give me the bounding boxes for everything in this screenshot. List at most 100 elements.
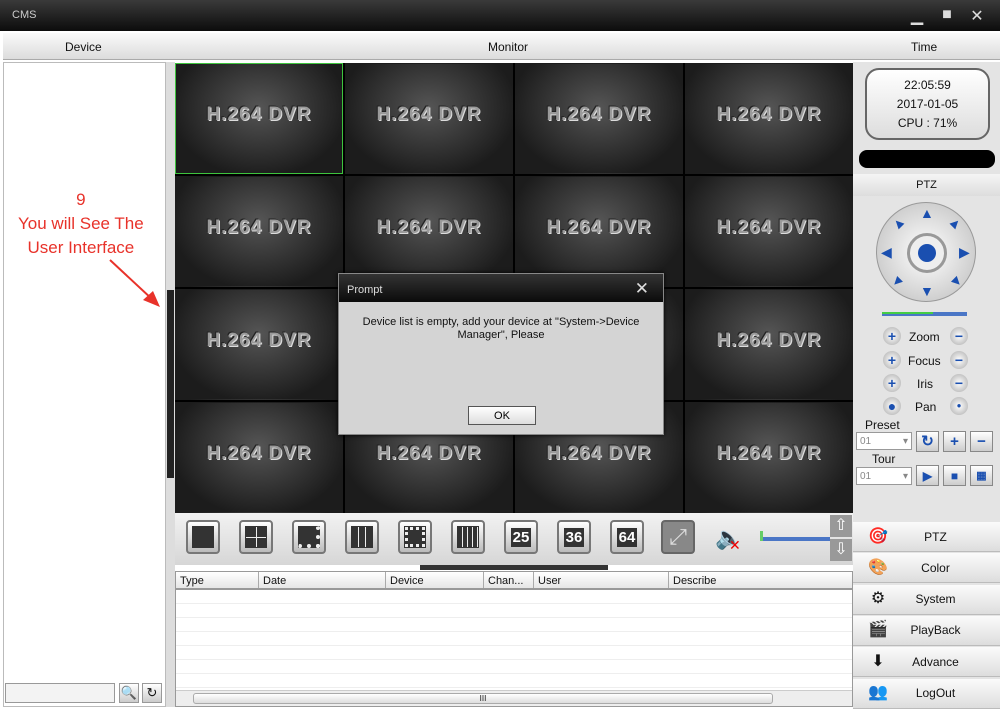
- header-monitor: Monitor: [488, 40, 529, 54]
- layout-9-button[interactable]: [345, 520, 379, 554]
- focus-out-button[interactable]: −: [950, 351, 968, 369]
- video-cell[interactable]: H.264 DVR: [175, 176, 343, 287]
- status-clock: 22:05:59 2017-01-05 CPU : 71%: [865, 68, 990, 140]
- window-title: CMS: [12, 9, 37, 21]
- menu-advance[interactable]: ⬇ Advance: [853, 647, 1000, 678]
- layout-36-button[interactable]: 36: [557, 520, 591, 554]
- layout-6-button[interactable]: [292, 520, 326, 554]
- scroll-down-icon[interactable]: ⇩: [830, 539, 852, 561]
- maximize-button[interactable]: ■: [937, 6, 957, 24]
- video-cell[interactable]: H.264 DVR: [685, 176, 853, 287]
- menu-playback[interactable]: 🎬 PlayBack: [853, 615, 1000, 646]
- ptz-downright-icon[interactable]: ▼: [945, 270, 966, 291]
- video-cell[interactable]: H.264 DVR: [175, 402, 343, 513]
- annotation-line1: You will See The: [18, 214, 144, 233]
- video-cell[interactable]: H.264 DVR: [685, 402, 853, 513]
- tour-select[interactable]: 01 ▾: [856, 467, 912, 485]
- preset-add-button[interactable]: +: [943, 431, 966, 452]
- video-cell[interactable]: H.264 DVR: [175, 63, 343, 174]
- ptz-center-button[interactable]: [907, 233, 947, 273]
- ok-button[interactable]: OK: [468, 406, 536, 425]
- col-date[interactable]: Date: [259, 572, 386, 588]
- logout-icon: 👥: [868, 684, 888, 701]
- video-cell[interactable]: H.264 DVR: [175, 289, 343, 400]
- preset-call-button[interactable]: ↻: [916, 431, 939, 452]
- ptz-down-icon[interactable]: ▼: [920, 283, 934, 299]
- zoom-label: Zoom: [909, 330, 940, 344]
- menu-label: Advance: [912, 654, 959, 669]
- layout-toolbar: 25 36 64 ⤢ 🔈 ✕ ⇧ ⇩: [175, 513, 853, 565]
- col-type[interactable]: Type: [176, 572, 259, 588]
- col-channel[interactable]: Chan...: [484, 572, 534, 588]
- ptz-upleft-icon[interactable]: ▲: [887, 212, 908, 233]
- cpu-usage: CPU : 71%: [897, 116, 958, 130]
- focus-in-button[interactable]: +: [883, 351, 901, 369]
- dialog-close-icon[interactable]: ✕: [635, 279, 649, 299]
- layout-4-button[interactable]: [239, 520, 273, 554]
- layout-25-button[interactable]: 25: [504, 520, 538, 554]
- device-tree[interactable]: [3, 62, 166, 707]
- annotation-arrow-icon: [109, 259, 160, 307]
- ptz-up-icon[interactable]: ▲: [920, 205, 934, 221]
- video-cell[interactable]: H.264 DVR: [515, 176, 683, 287]
- minimize-button[interactable]: ▁: [907, 6, 927, 26]
- preset-remove-button[interactable]: −: [970, 431, 993, 452]
- tour-play-button[interactable]: ▶: [916, 465, 939, 486]
- dialog-message: Device list is empty, add your device at…: [362, 316, 640, 341]
- tour-stop-button[interactable]: ■: [943, 465, 966, 486]
- pan-stop-button[interactable]: ●: [950, 397, 968, 415]
- layout-16-button[interactable]: [451, 520, 485, 554]
- prompt-dialog: Prompt ✕ Device list is empty, add your …: [338, 273, 664, 435]
- menu-ptz[interactable]: 🎯 PTZ: [853, 522, 1000, 552]
- pan-start-button[interactable]: ●: [883, 397, 901, 415]
- ptz-downleft-icon[interactable]: ▼: [887, 270, 908, 291]
- col-user[interactable]: User: [534, 572, 669, 588]
- close-button[interactable]: ✕: [967, 6, 987, 26]
- scroll-thumb[interactable]: III: [193, 693, 773, 704]
- search-icon[interactable]: 🔍: [119, 683, 139, 703]
- zoom-in-button[interactable]: +: [883, 327, 901, 345]
- video-cell[interactable]: H.264 DVR: [345, 176, 513, 287]
- header-device: Device: [65, 40, 102, 54]
- horizontal-scrollbar[interactable]: III: [176, 690, 852, 706]
- col-device[interactable]: Device: [386, 572, 484, 588]
- video-cell[interactable]: H.264 DVR: [345, 63, 513, 174]
- tour-label: Tour: [872, 452, 896, 466]
- header-bar: Device Monitor Time: [3, 33, 1000, 60]
- focus-label: Focus: [908, 354, 941, 368]
- fullscreen-icon[interactable]: ⤢: [661, 520, 695, 554]
- ptz-upright-icon[interactable]: ▲: [945, 212, 966, 233]
- pan-label: Pan: [915, 400, 937, 414]
- tour-grid-button[interactable]: ▦: [970, 465, 993, 486]
- ptz-right-icon[interactable]: ▶: [959, 244, 970, 261]
- video-cell[interactable]: H.264 DVR: [685, 63, 853, 174]
- iris-open-button[interactable]: +: [883, 374, 901, 392]
- volume-slider[interactable]: [760, 531, 830, 541]
- table-body: [176, 590, 852, 688]
- preset-select[interactable]: 01 ▾: [856, 432, 912, 450]
- device-search-input[interactable]: [5, 683, 115, 703]
- zoom-out-button[interactable]: −: [950, 327, 968, 345]
- panel-collapse-handle[interactable]: [420, 565, 608, 570]
- scroll-up-icon[interactable]: ⇧: [830, 515, 852, 537]
- menu-color[interactable]: 🎨 Color: [853, 553, 1000, 584]
- video-cell[interactable]: H.264 DVR: [685, 289, 853, 400]
- ptz-joystick[interactable]: ▲ ▼ ◀ ▶ ▲ ▲ ▼ ▼: [876, 202, 976, 302]
- ptz-left-icon[interactable]: ◀: [881, 244, 892, 261]
- iris-close-button[interactable]: −: [950, 374, 968, 392]
- panel-splitter[interactable]: [166, 62, 175, 707]
- col-describe[interactable]: Describe: [669, 572, 852, 588]
- layout-64-button[interactable]: 64: [610, 520, 644, 554]
- menu-logout[interactable]: 👥 LogOut: [853, 678, 1000, 709]
- ptz-speed-slider[interactable]: [882, 312, 967, 316]
- refresh-icon[interactable]: ↻: [142, 683, 162, 703]
- playback-icon: 🎬: [868, 621, 888, 639]
- annotation-step: 9: [76, 190, 86, 209]
- menu-system[interactable]: ⚙ System: [853, 584, 1000, 615]
- video-cell[interactable]: H.264 DVR: [515, 63, 683, 174]
- header-time: Time: [911, 40, 938, 54]
- annotation-text: 9 You will See The User Interface: [18, 188, 144, 260]
- layout-1-button[interactable]: [186, 520, 220, 554]
- layout-8-button[interactable]: [398, 520, 432, 554]
- mute-icon[interactable]: 🔈 ✕: [715, 525, 742, 553]
